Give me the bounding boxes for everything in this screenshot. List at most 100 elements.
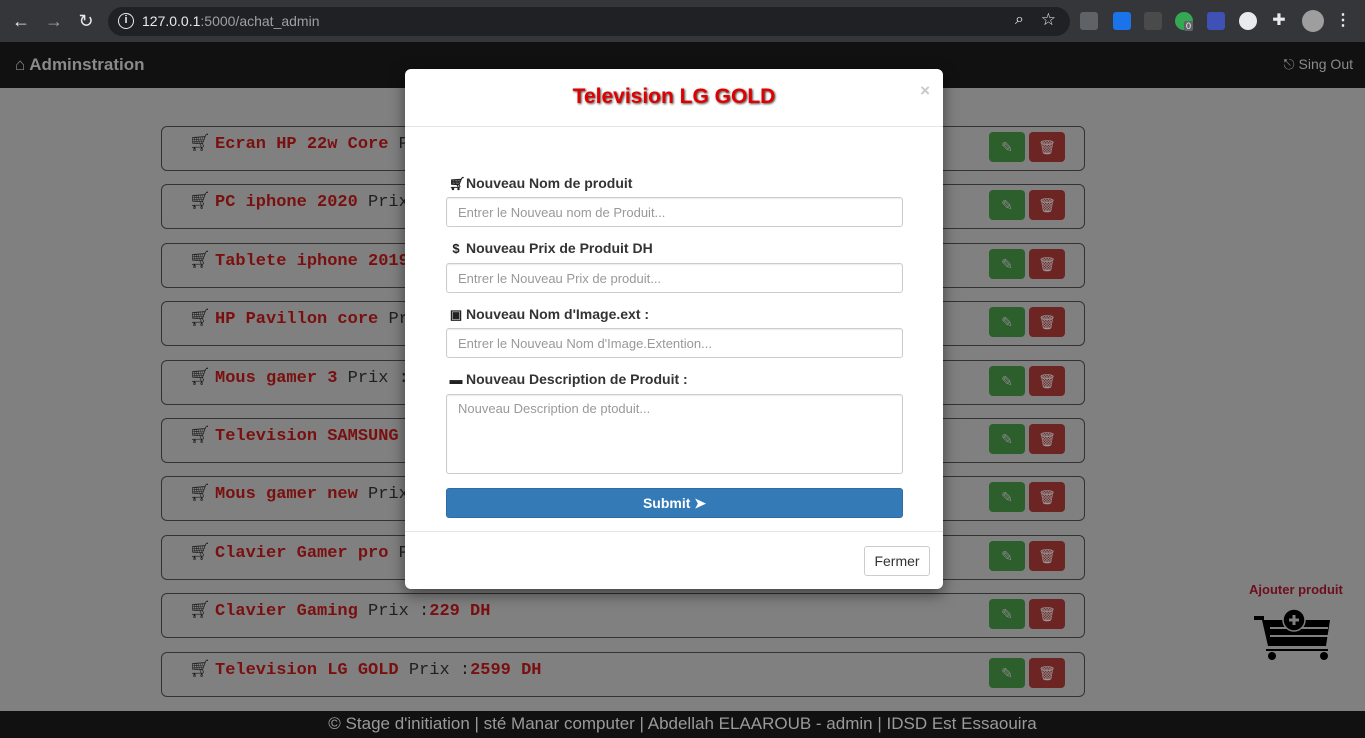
delete-button[interactable]: 🗑︎ (1029, 132, 1065, 162)
pencil-icon: ✎ (1001, 548, 1013, 564)
product-name-input[interactable] (446, 197, 903, 227)
product-name: Clavier Gaming Prix :229 DH (215, 602, 491, 621)
delete-button[interactable]: 🗑︎ (1029, 599, 1065, 629)
site-info-icon[interactable]: i (118, 13, 134, 29)
edit-button[interactable]: ✎ (989, 366, 1025, 396)
close-icon[interactable]: × (920, 81, 930, 101)
cart-icon: 🛒︎ (189, 659, 211, 678)
extension-circle-icon[interactable] (1239, 12, 1257, 30)
cart-icon: 🛒︎ (189, 250, 211, 269)
url-text[interactable]: 127.0.0.1:5000/achat_admin (142, 13, 319, 29)
edit-button[interactable]: ✎ (989, 307, 1025, 337)
pencil-icon: ✎ (1001, 489, 1013, 505)
product-price: Prix :229 DH (368, 602, 491, 621)
product-name: Television LG GOLD Prix :2599 DH (215, 661, 542, 680)
edit-product-modal: Television LG GOLD × 🛒︎Nouveau Nom de pr… (405, 69, 943, 589)
product-name: Mous gamer 3 Prix : (215, 369, 409, 388)
trash-icon: 🗑︎ (1038, 489, 1056, 505)
extensions-puzzle-icon[interactable]: ✚ (1270, 12, 1288, 30)
extension-shield-icon[interactable]: 0 (1175, 12, 1194, 31)
signout-label: Sing Out (1298, 56, 1353, 72)
page-footer: © Stage d'initiation | sté Manar compute… (0, 711, 1365, 738)
extension-grid-icon[interactable] (1144, 12, 1162, 30)
product-price: Prix : (347, 369, 409, 388)
extension-badge: 0 (1184, 21, 1194, 31)
image-label: ▣ Nouveau Nom d'Image.ext : (449, 306, 650, 322)
edit-button[interactable]: ✎ (989, 424, 1025, 454)
product-price: Prix (368, 193, 409, 212)
forward-arrow-icon[interactable]: → (43, 10, 65, 32)
delete-button[interactable]: 🗑︎ (1029, 307, 1065, 337)
zoom-icon[interactable]: ⌕ (1015, 11, 1024, 29)
product-name: Clavier Gamer pro P (215, 544, 409, 563)
pencil-icon: ✎ (1001, 665, 1013, 681)
cart-icon: 🛒︎ (189, 483, 211, 502)
edit-button[interactable]: ✎ (989, 482, 1025, 512)
edit-button[interactable]: ✎ (989, 190, 1025, 220)
menu-kebab-icon[interactable]: ⋮ (1335, 10, 1351, 30)
delete-button[interactable]: 🗑︎ (1029, 190, 1065, 220)
trash-icon: 🗑︎ (1038, 665, 1056, 681)
cart-icon: 🛒︎ (189, 133, 211, 152)
trash-icon: 🗑︎ (1038, 197, 1056, 213)
close-button[interactable]: Fermer (864, 546, 930, 576)
product-price: Prix :2599 DH (408, 661, 542, 680)
delete-button[interactable]: 🗑︎ (1029, 541, 1065, 571)
add-product-label[interactable]: Ajouter produit (1249, 582, 1343, 597)
cart-icon: 🛒︎ (189, 425, 211, 444)
home-icon: ⌂ (15, 55, 26, 74)
cart-icon: 🛒︎ (189, 191, 211, 210)
edit-button[interactable]: ✎ (989, 249, 1025, 279)
trash-icon: 🗑︎ (1038, 373, 1056, 389)
edit-button[interactable]: ✎ (989, 599, 1025, 629)
trash-icon: 🗑︎ (1038, 606, 1056, 622)
pencil-icon: ✎ (1001, 139, 1013, 155)
description-label: ▬ Nouveau Description de Produit : (449, 371, 688, 387)
pencil-icon: ✎ (1001, 373, 1013, 389)
cart-icon: 🛒︎ (449, 176, 466, 191)
back-arrow-icon[interactable]: ← (10, 10, 32, 32)
modal-title: Television LG GOLD (572, 85, 776, 108)
browser-toolbar: ← → ↻ i 127.0.0.1:5000/achat_admin ⌕ ☆ 0… (0, 0, 1365, 42)
trash-icon: 🗑︎ (1038, 431, 1056, 447)
submit-button[interactable]: Submit ➤ (446, 488, 903, 518)
cart-icon: 🛒︎ (189, 367, 211, 386)
trash-icon: 🗑︎ (1038, 314, 1056, 330)
trash-icon: 🗑︎ (1038, 256, 1056, 272)
delete-button[interactable]: 🗑︎ (1029, 249, 1065, 279)
bookmark-star-icon[interactable]: ☆ (1041, 10, 1056, 30)
brand-link[interactable]: ⌂ Adminstration (15, 55, 145, 75)
send-icon: ➤ (694, 495, 707, 511)
image-name-input[interactable] (446, 328, 903, 358)
product-name: Tablete iphone 2019 (215, 252, 409, 271)
add-product-cart-icon[interactable] (1252, 608, 1334, 662)
pencil-icon: ✎ (1001, 314, 1013, 330)
product-price-input[interactable] (446, 263, 903, 293)
extension-translate-icon[interactable] (1113, 12, 1131, 30)
product-name: HP Pavillon core Pr (215, 310, 409, 329)
profile-avatar[interactable] (1302, 10, 1324, 32)
extension-cube-icon[interactable] (1080, 12, 1098, 30)
edit-button[interactable]: ✎ (989, 132, 1025, 162)
edit-button[interactable]: ✎ (989, 541, 1025, 571)
pencil-icon: ✎ (1001, 431, 1013, 447)
signout-link[interactable]: ⎋ Sing Out (1284, 56, 1353, 73)
extension-bookmark-icon[interactable] (1207, 12, 1225, 30)
delete-button[interactable]: 🗑︎ (1029, 424, 1065, 454)
pencil-icon: ✎ (1001, 256, 1013, 272)
delete-button[interactable]: 🗑︎ (1029, 482, 1065, 512)
footer-text: © Stage d'initiation | sté Manar compute… (328, 714, 1037, 733)
submit-label: Submit (642, 495, 691, 511)
edit-button[interactable]: ✎ (989, 658, 1025, 688)
reload-icon[interactable]: ↻ (75, 10, 97, 32)
description-textarea[interactable] (446, 394, 903, 474)
product-row: 🛒︎ Clavier Gaming Prix :229 DH ✎ 🗑︎ (161, 593, 1085, 638)
product-row: 🛒︎ Television LG GOLD Prix :2599 DH ✎ 🗑︎ (161, 652, 1085, 697)
picture-icon: ▣ (449, 307, 463, 322)
address-bar[interactable]: i 127.0.0.1:5000/achat_admin ⌕ ☆ (108, 7, 1070, 36)
comment-icon: ▬ (449, 372, 463, 387)
product-name: Mous gamer new Prix (215, 485, 409, 504)
delete-button[interactable]: 🗑︎ (1029, 366, 1065, 396)
trash-icon: 🗑︎ (1038, 139, 1056, 155)
delete-button[interactable]: 🗑︎ (1029, 658, 1065, 688)
